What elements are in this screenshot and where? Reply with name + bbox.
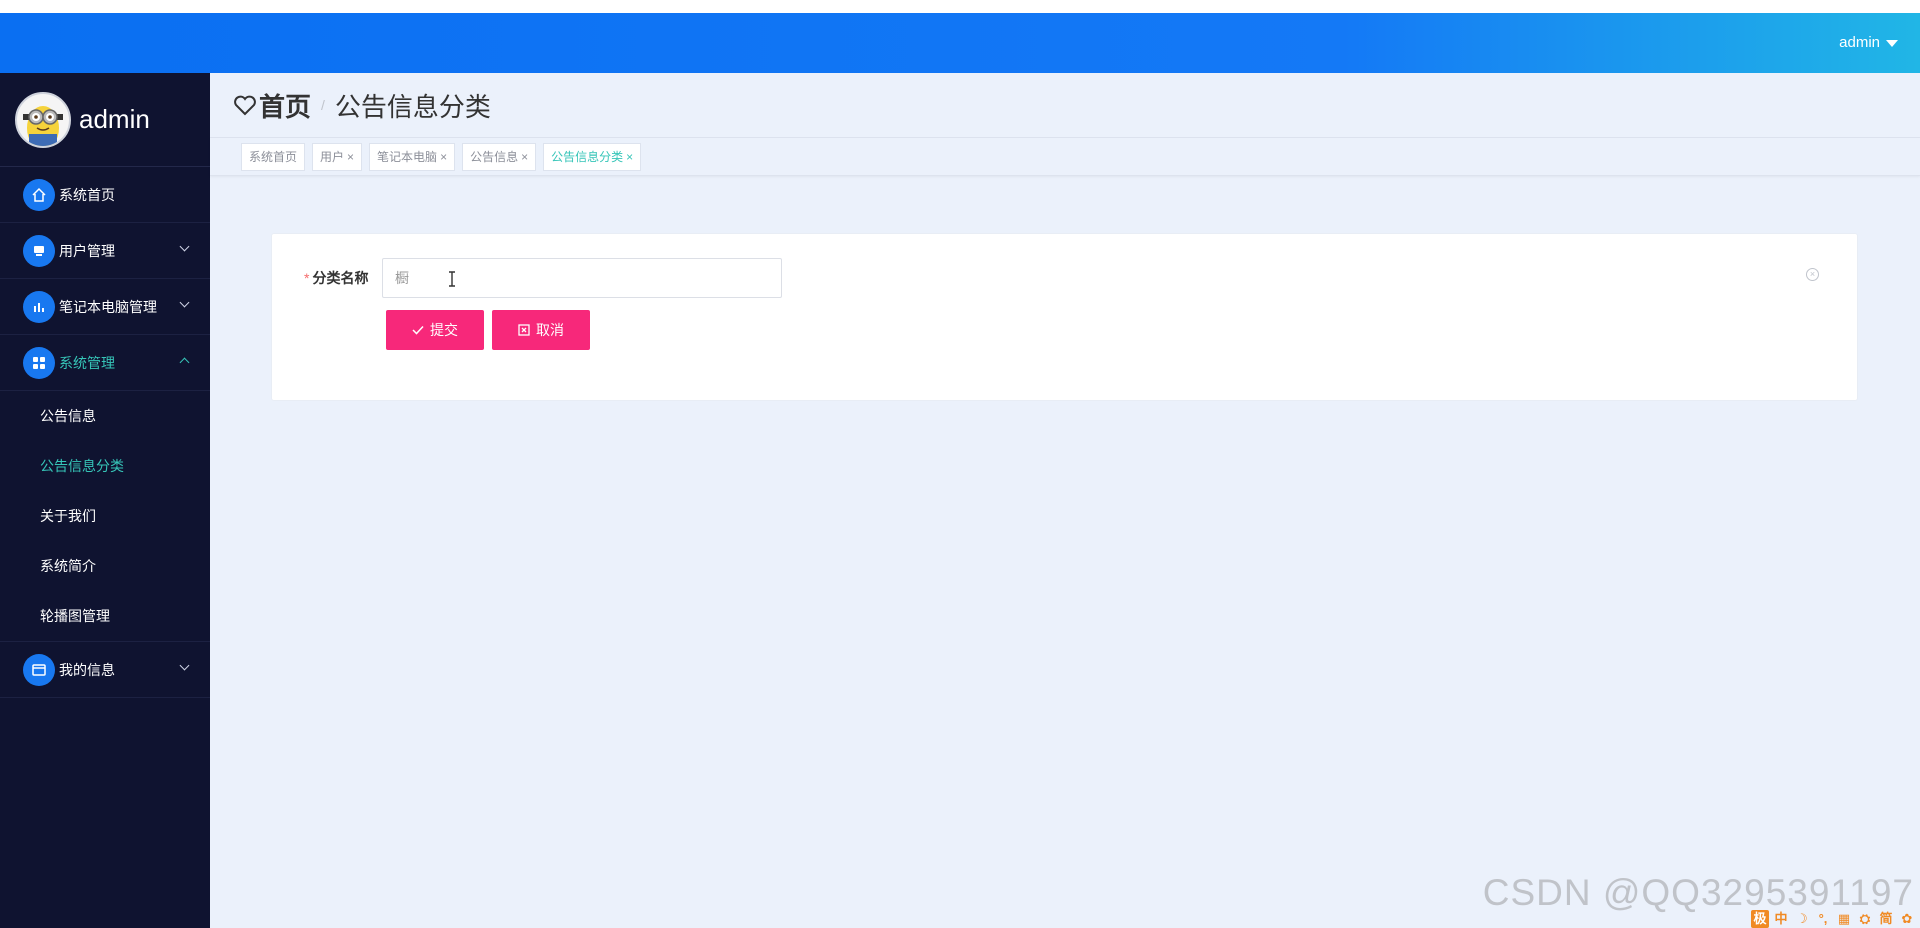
cancel-button-label: 取消 xyxy=(536,322,564,338)
user-menu-dropdown[interactable]: admin xyxy=(1839,13,1898,73)
submenu-item-notice[interactable]: 公告信息 xyxy=(0,391,210,441)
ime-simplified-icon[interactable]: 简 xyxy=(1877,910,1895,928)
required-mark: * xyxy=(304,270,310,286)
ime-logo-icon[interactable]: 极 xyxy=(1751,910,1769,928)
tab-home[interactable]: 系统首页 xyxy=(241,142,306,171)
tab-laptops[interactable]: 笔记本电脑 × xyxy=(369,142,456,171)
category-name-input[interactable] xyxy=(382,258,782,298)
sidebar-item-label: 系统管理 xyxy=(59,354,115,371)
tab-bar: 系统首页 用户 × 笔记本电脑 × 公告信息 × 公告信息分类 × xyxy=(210,138,1920,176)
heart-icon xyxy=(234,95,256,116)
close-icon[interactable]: × xyxy=(626,144,633,170)
tab-label: 笔记本电脑 xyxy=(377,149,438,164)
form-card: *分类名称 × 提交 取消 xyxy=(271,233,1858,401)
submit-button-label: 提交 xyxy=(430,322,458,338)
sidebar-item-label: 笔记本电脑管理 xyxy=(59,298,157,315)
category-name-label: * 分类名称 xyxy=(304,268,368,288)
sidebar-item-home[interactable]: 系统首页 xyxy=(0,167,210,223)
close-box-icon xyxy=(518,324,530,336)
chevron-up-icon xyxy=(179,357,190,368)
tab-label: 公告信息 xyxy=(470,149,519,164)
system-submenu: 公告信息 公告信息分类 关于我们 系统简介 轮播图管理 xyxy=(0,391,210,641)
sidebar-item-system[interactable]: 系统管理 xyxy=(0,335,210,391)
close-icon[interactable]: × xyxy=(440,144,447,170)
ime-keyboard-icon[interactable]: ▦ xyxy=(1835,910,1853,928)
cancel-button[interactable]: 取消 xyxy=(492,310,590,350)
breadcrumb-home-label: 首页 xyxy=(259,91,312,122)
breadcrumb-home[interactable]: 首页 xyxy=(233,87,311,124)
ime-settings-icon[interactable]: ✿ xyxy=(1898,910,1916,928)
check-icon xyxy=(412,325,424,335)
sidebar-item-users[interactable]: 用户管理 xyxy=(0,223,210,279)
breadcrumb-current: 公告信息分类 xyxy=(334,91,491,122)
tab-label: 系统首页 xyxy=(249,149,298,164)
close-icon[interactable]: × xyxy=(347,144,354,170)
submenu-item-notice-category[interactable]: 公告信息分类 xyxy=(0,441,210,491)
avatar xyxy=(15,91,71,148)
tab-users[interactable]: 用户 × xyxy=(312,142,363,171)
ime-tool-icon[interactable]: ⛭ xyxy=(1856,910,1874,928)
chevron-down-icon xyxy=(179,660,190,671)
sidebar-item-my-info[interactable]: 我的信息 xyxy=(0,641,210,698)
profile-name: admin xyxy=(79,104,150,134)
sidebar-item-label: 用户管理 xyxy=(59,242,115,259)
sidebar-profile: admin xyxy=(0,73,210,167)
submit-button[interactable]: 提交 xyxy=(386,310,484,350)
sidebar-item-label: 系统首页 xyxy=(59,186,115,203)
sidebar: admin 系统首页 用户管理 笔记本电脑管理 系统管理 公告信息 公告信息分类… xyxy=(0,73,210,928)
top-strip xyxy=(0,0,1920,13)
caret-down-icon xyxy=(1886,39,1898,47)
text-cursor-icon xyxy=(449,271,455,287)
chart-icon xyxy=(23,290,55,323)
submenu-item-intro[interactable]: 系统简介 xyxy=(0,541,210,591)
tab-notice[interactable]: 公告信息 × xyxy=(462,142,537,171)
sidebar-item-label: 我的信息 xyxy=(59,661,115,678)
ime-toolbar: 极 中 ☽ °, ▦ ⛭ 简 ✿ xyxy=(1751,910,1916,928)
card-icon xyxy=(23,653,55,686)
home-icon xyxy=(23,178,55,211)
ime-moon-icon[interactable]: ☽ xyxy=(1793,910,1811,928)
category-name-label-text: 分类名称 xyxy=(312,270,369,286)
chevron-down-icon xyxy=(179,297,190,308)
ime-chinese-mode-icon[interactable]: 中 xyxy=(1772,910,1790,928)
submenu-item-carousel[interactable]: 轮播图管理 xyxy=(0,591,210,641)
close-icon[interactable]: × xyxy=(521,144,528,170)
clear-circle-icon[interactable]: × xyxy=(1806,268,1819,281)
tab-label: 公告信息分类 xyxy=(551,149,624,164)
top-bar: admin xyxy=(0,13,1920,73)
watermark: CSDN @QQ3295391197 xyxy=(1482,872,1914,913)
main-area: 首页 / 公告信息分类 系统首页 用户 × 笔记本电脑 × 公告信息 × 公告信… xyxy=(210,73,1920,928)
ime-punctuation-icon[interactable]: °, xyxy=(1814,910,1832,928)
sidebar-item-laptops[interactable]: 笔记本电脑管理 xyxy=(0,279,210,335)
user-menu-label: admin xyxy=(1839,34,1880,51)
chevron-down-icon xyxy=(179,241,190,252)
grid-icon xyxy=(23,346,55,379)
submenu-item-about[interactable]: 关于我们 xyxy=(0,491,210,541)
breadcrumb: 首页 / 公告信息分类 xyxy=(210,73,1920,138)
user-icon xyxy=(23,234,55,267)
breadcrumb-separator: / xyxy=(321,97,325,113)
tab-label: 用户 xyxy=(320,149,345,164)
tab-notice-category[interactable]: 公告信息分类 × xyxy=(543,142,642,171)
